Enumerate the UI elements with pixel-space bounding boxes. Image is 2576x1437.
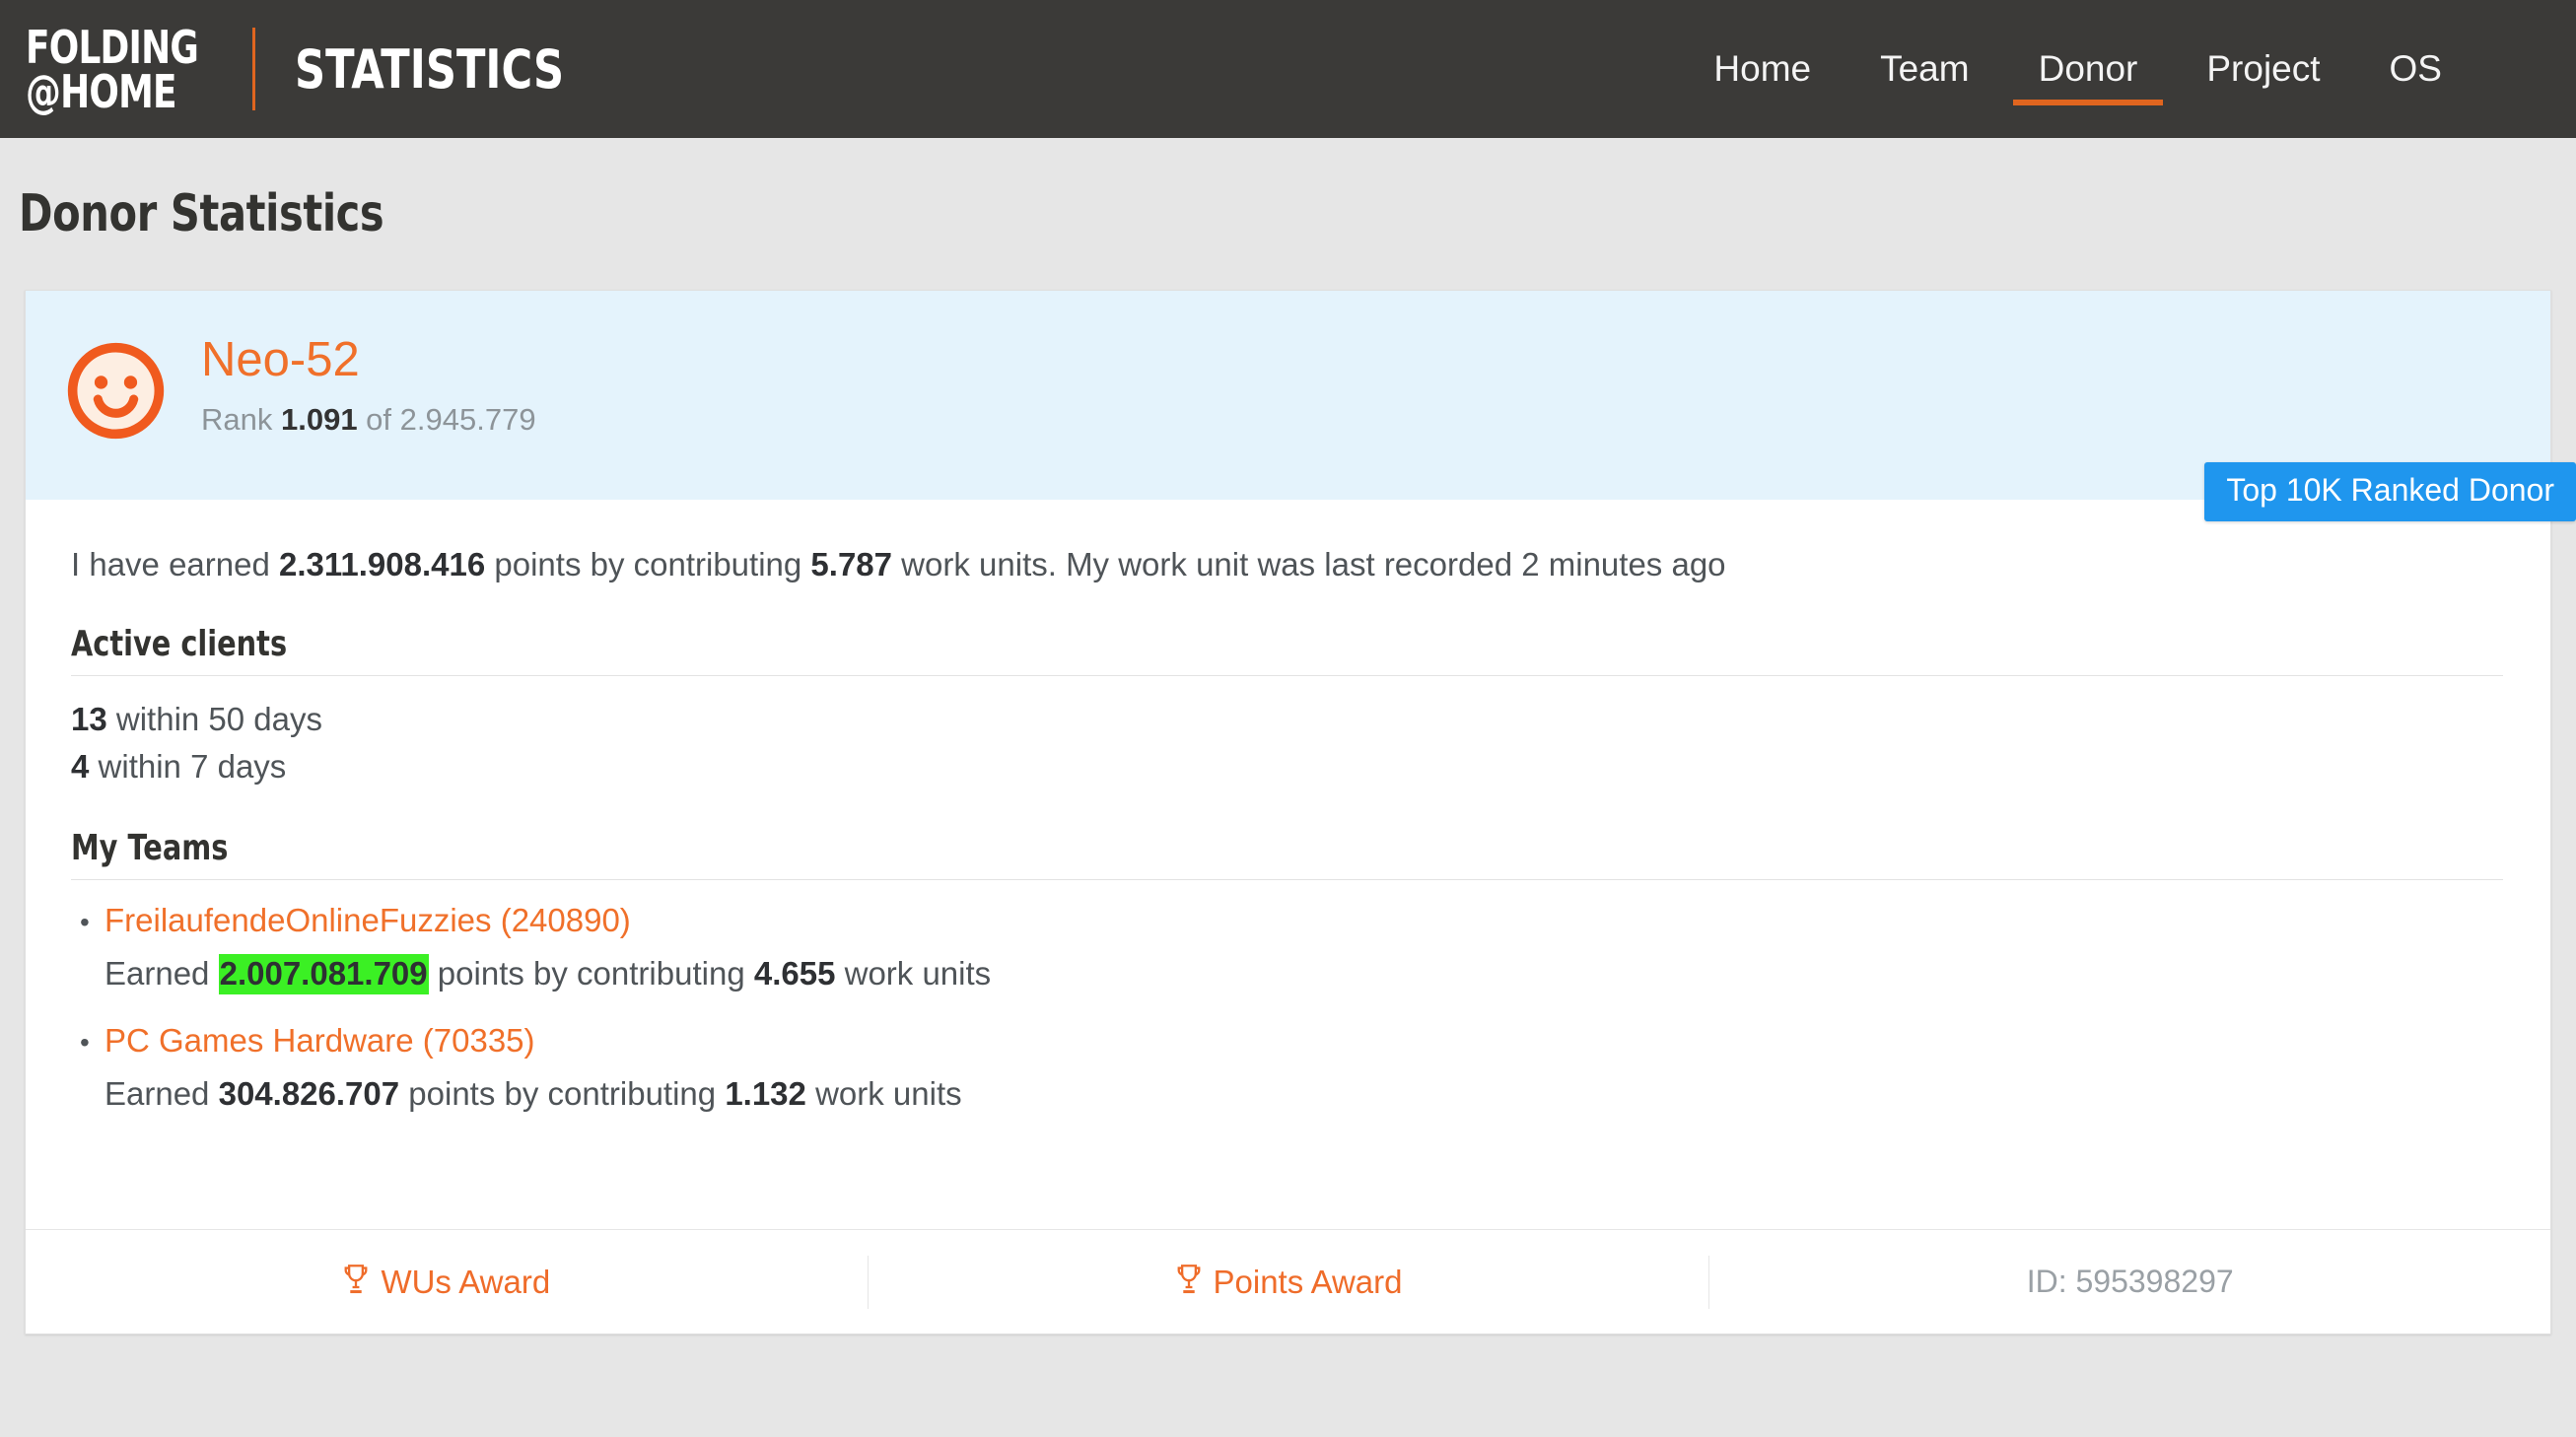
nav-item-project-label: Project	[2206, 48, 2321, 89]
rank-value: 1.091	[280, 401, 358, 437]
nav-item-os-label: OS	[2389, 48, 2442, 89]
points-award-cell: Points Award	[867, 1255, 1709, 1309]
donor-summary: I have earned 2.311.908.416 points by co…	[71, 543, 2505, 587]
team-link[interactable]: PC Games Hardware (70335)	[104, 1022, 535, 1060]
list-item: • FreilaufendeOnlineFuzzies (240890) Ear…	[71, 902, 2505, 994]
donor-card-body: I have earned 2.311.908.416 points by co…	[26, 500, 2550, 1229]
trophy-icon	[1175, 1264, 1203, 1300]
team-link[interactable]: FreilaufendeOnlineFuzzies (240890)	[104, 902, 631, 939]
status-badge[interactable]: Top 10K Ranked Donor	[2204, 462, 2576, 521]
nav-item-home-label: Home	[1713, 48, 1812, 89]
team-name-row: • FreilaufendeOnlineFuzzies (240890)	[71, 902, 2505, 939]
donor-meta: Neo-52 Rank 1.091 of 2.945.779	[201, 326, 536, 438]
earned-prefix: Earned	[104, 1074, 219, 1112]
rank-prefix-label: Rank	[201, 401, 281, 437]
brand-divider	[252, 28, 256, 110]
team-earned-line: Earned 2.007.081.709 points by contribut…	[71, 953, 2505, 994]
top-navigation-bar: FOLDING @HOME STATISTICS Home Team Donor …	[0, 0, 2576, 138]
team-points-highlighted: 2.007.081.709	[218, 953, 429, 994]
points-award-button[interactable]: Points Award	[1175, 1264, 1403, 1301]
donor-card-header: Neo-52 Rank 1.091 of 2.945.779 Top 10K R…	[26, 291, 2576, 521]
active-clients-list: 13 within 50 days 4 within 7 days	[71, 696, 2505, 791]
wus-award-button[interactable]: WUs Award	[342, 1264, 550, 1301]
nav-item-team[interactable]: Team	[1854, 0, 1994, 138]
brand-logo-group[interactable]: FOLDING @HOME STATISTICS	[26, 0, 632, 138]
summary-suffix: work units. My work unit was last record…	[892, 546, 1726, 582]
trophy-icon	[342, 1264, 370, 1300]
active-clients-heading: Active clients	[71, 623, 288, 664]
team-earned-line: Earned 304.826.707 points by contributin…	[71, 1075, 2505, 1113]
client-count: 4	[71, 748, 90, 786]
client-period: within 7 days	[89, 748, 287, 786]
teams-list: • FreilaufendeOnlineFuzzies (240890) Ear…	[71, 902, 2505, 1113]
donor-id-cell: ID: 595398297	[1708, 1255, 2550, 1309]
team-work-units: 4.655	[753, 954, 836, 992]
nav-item-donor[interactable]: Donor	[2012, 0, 2164, 138]
wus-award-cell: WUs Award	[26, 1256, 868, 1309]
bullet-icon: •	[80, 906, 90, 937]
nav-active-underline	[2012, 100, 2164, 105]
main-nav: Home Team Donor Project OS	[1670, 0, 2576, 138]
nav-item-team-label: Team	[1880, 48, 1970, 89]
bullet-icon: •	[80, 1026, 90, 1058]
nav-item-project[interactable]: Project	[2181, 0, 2345, 138]
earned-suffix: work units	[835, 954, 992, 992]
team-name-row: • PC Games Hardware (70335)	[71, 1022, 2505, 1060]
my-teams-section: My Teams • FreilaufendeOnlineFuzzies (24…	[71, 828, 2505, 1113]
donor-rank: Rank 1.091 of 2.945.779	[201, 402, 536, 438]
team-work-units: 1.132	[725, 1074, 806, 1112]
list-item: 13 within 50 days	[71, 696, 2505, 744]
nav-item-os[interactable]: OS	[2364, 0, 2468, 138]
smiley-face-icon	[63, 338, 169, 444]
wus-award-label: WUs Award	[381, 1263, 551, 1300]
donor-id: ID: 595398297	[2026, 1264, 2234, 1299]
client-count: 13	[71, 700, 107, 737]
folding-at-home-logo: FOLDING @HOME	[26, 24, 199, 114]
summary-prefix: I have earned	[71, 546, 279, 582]
rank-middle-label: of	[357, 401, 400, 437]
active-clients-section: Active clients 13 within 50 days 4 withi…	[71, 624, 2505, 791]
earned-middle: points by contributing	[428, 954, 754, 992]
client-period: within 50 days	[106, 700, 323, 737]
summary-points: 2.311.908.416	[279, 546, 486, 582]
donor-name[interactable]: Neo-52	[201, 333, 360, 387]
summary-middle: points by contributing	[485, 546, 811, 582]
section-divider	[71, 674, 2503, 676]
rank-total: 2.945.779	[399, 401, 536, 437]
list-item: 4 within 7 days	[71, 743, 2505, 791]
list-item: • PC Games Hardware (70335) Earned 304.8…	[71, 1022, 2505, 1113]
team-points: 304.826.707	[218, 1074, 400, 1112]
page-title: Donor Statistics	[19, 184, 384, 243]
nav-item-donor-label: Donor	[2038, 48, 2138, 89]
donor-card: Neo-52 Rank 1.091 of 2.945.779 Top 10K R…	[25, 290, 2576, 1334]
site-title: STATISTICS	[295, 37, 565, 101]
earned-prefix: Earned	[104, 954, 219, 992]
donor-card-footer: WUs Award Points Award ID: 595398297	[26, 1229, 2550, 1334]
my-teams-heading: My Teams	[71, 827, 229, 868]
summary-work-units: 5.787	[810, 546, 893, 582]
nav-item-home[interactable]: Home	[1688, 0, 1837, 138]
section-divider	[71, 878, 2503, 880]
points-award-label: Points Award	[1213, 1263, 1403, 1300]
logo-line-2: @HOME	[26, 65, 177, 118]
earned-middle: points by contributing	[399, 1074, 726, 1112]
earned-suffix: work units	[805, 1074, 962, 1112]
